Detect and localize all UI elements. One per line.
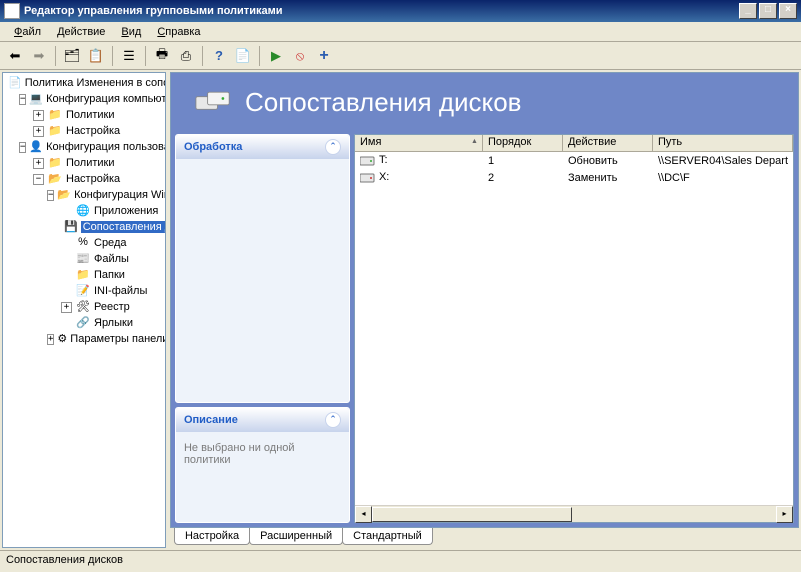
menu-help[interactable]: Справка — [149, 24, 208, 40]
content-title: Сопоставления дисков — [245, 87, 522, 118]
tree-user-config[interactable]: −👤Конфигурация пользователя — [3, 139, 165, 155]
drive-icon — [360, 155, 376, 167]
add-icon[interactable]: + — [313, 45, 335, 67]
tree-policies-1[interactable]: +📁Политики — [3, 107, 165, 123]
tree-shortcuts[interactable]: 🔗Ярлыки — [3, 315, 165, 331]
col-order[interactable]: Порядок — [483, 135, 563, 151]
tree-win-config[interactable]: −📂Конфигурация Windov — [3, 187, 165, 203]
export-icon[interactable]: ⎙ — [175, 45, 197, 67]
tab-standard[interactable]: Стандартный — [342, 528, 433, 545]
content-panel: Сопоставления дисков Обработка ⌃ Описание… — [170, 72, 799, 528]
menu-view[interactable]: Вид — [113, 24, 149, 40]
collapse-processing-icon[interactable]: ⌃ — [325, 139, 341, 155]
tree-settings-1[interactable]: +📁Настройка — [3, 123, 165, 139]
tree-env[interactable]: %Среда — [3, 235, 165, 251]
tree-root[interactable]: 📄Политика Изменения в сопоставл — [3, 75, 165, 91]
tree-policies-2[interactable]: +📁Политики — [3, 155, 165, 171]
scroll-right-icon[interactable]: ▸ — [776, 506, 793, 523]
tree-registry[interactable]: +🛠Реестр — [3, 299, 165, 315]
close-button[interactable]: × — [779, 3, 797, 19]
tree-files[interactable]: 📰Файлы — [3, 251, 165, 267]
description-panel: Описание ⌃ Не выбрано ни одной политики — [175, 407, 350, 523]
tab-settings[interactable]: Настройка — [174, 528, 250, 545]
print-icon[interactable]: 🖶 — [151, 45, 173, 67]
col-name[interactable]: Имя — [355, 135, 483, 151]
list-icon[interactable]: ☰ — [118, 45, 140, 67]
drive-icon — [360, 172, 376, 184]
tree-ini[interactable]: 📝INI-файлы — [3, 283, 165, 299]
help-icon[interactable]: ? — [208, 45, 230, 67]
maximize-button[interactable]: □ — [759, 3, 777, 19]
toolbar: ⬅ ➡ 🗂 📋 ☰ 🖶 ⎙ ? 📄 ▶ ⦸ + — [0, 42, 801, 70]
forward-button[interactable]: ➡ — [28, 45, 50, 67]
bottom-tabs: Настройка Расширенный Стандартный — [170, 528, 799, 548]
col-path[interactable]: Путь — [653, 135, 793, 151]
content-header: Сопоставления дисков — [175, 77, 794, 134]
col-action[interactable]: Действие — [563, 135, 653, 151]
table-row[interactable]: T: 1 Обновить \\SERVER04\Sales Depart — [355, 152, 793, 169]
stop-icon[interactable]: ⦸ — [289, 45, 311, 67]
menu-file[interactable]: Файл — [6, 24, 49, 40]
back-button[interactable]: ⬅ — [4, 45, 26, 67]
tree-panel: 📄Политика Изменения в сопоставл −💻Конфиг… — [2, 72, 166, 548]
description-title: Описание — [184, 414, 238, 426]
window-title: Редактор управления групповыми политикам… — [24, 5, 737, 17]
list-header: Имя Порядок Действие Путь — [355, 135, 793, 152]
processing-title: Обработка — [184, 141, 242, 153]
drive-list: Имя Порядок Действие Путь T: 1 Обновить … — [354, 134, 794, 523]
refresh-icon[interactable]: 📄 — [232, 45, 254, 67]
status-text: Сопоставления дисков — [6, 554, 123, 566]
minimize-button[interactable]: _ — [739, 3, 757, 19]
tree-folders[interactable]: 📁Папки — [3, 267, 165, 283]
menubar: Файл Действие Вид Справка — [0, 22, 801, 42]
menu-action[interactable]: Действие — [49, 24, 113, 40]
app-icon — [4, 3, 20, 19]
titlebar: Редактор управления групповыми политикам… — [0, 0, 801, 22]
tree-comp-config[interactable]: −💻Конфигурация компьютера — [3, 91, 165, 107]
play-icon[interactable]: ▶ — [265, 45, 287, 67]
tree-drive-maps[interactable]: 💾Сопоставления ди — [3, 219, 165, 235]
tree-apps[interactable]: 🌐Приложения — [3, 203, 165, 219]
statusbar: Сопоставления дисков — [0, 550, 801, 568]
processing-panel: Обработка ⌃ — [175, 134, 350, 403]
tree-settings-2[interactable]: −📂Настройка — [3, 171, 165, 187]
description-text: Не выбрано ни одной политики — [176, 432, 349, 522]
table-row[interactable]: X: 2 Заменить \\DC\F — [355, 169, 793, 186]
properties-button[interactable]: 📋 — [85, 45, 107, 67]
collapse-description-icon[interactable]: ⌃ — [325, 412, 341, 428]
up-button[interactable]: 🗂 — [61, 45, 83, 67]
tree-cp-params[interactable]: +⚙Параметры панели уг — [3, 331, 165, 347]
scroll-left-icon[interactable]: ◂ — [355, 506, 372, 523]
tab-extended[interactable]: Расширенный — [249, 528, 343, 545]
horizontal-scrollbar[interactable]: ◂ ▸ — [355, 505, 793, 522]
scroll-thumb[interactable] — [372, 507, 572, 522]
drive-maps-icon — [195, 91, 231, 115]
